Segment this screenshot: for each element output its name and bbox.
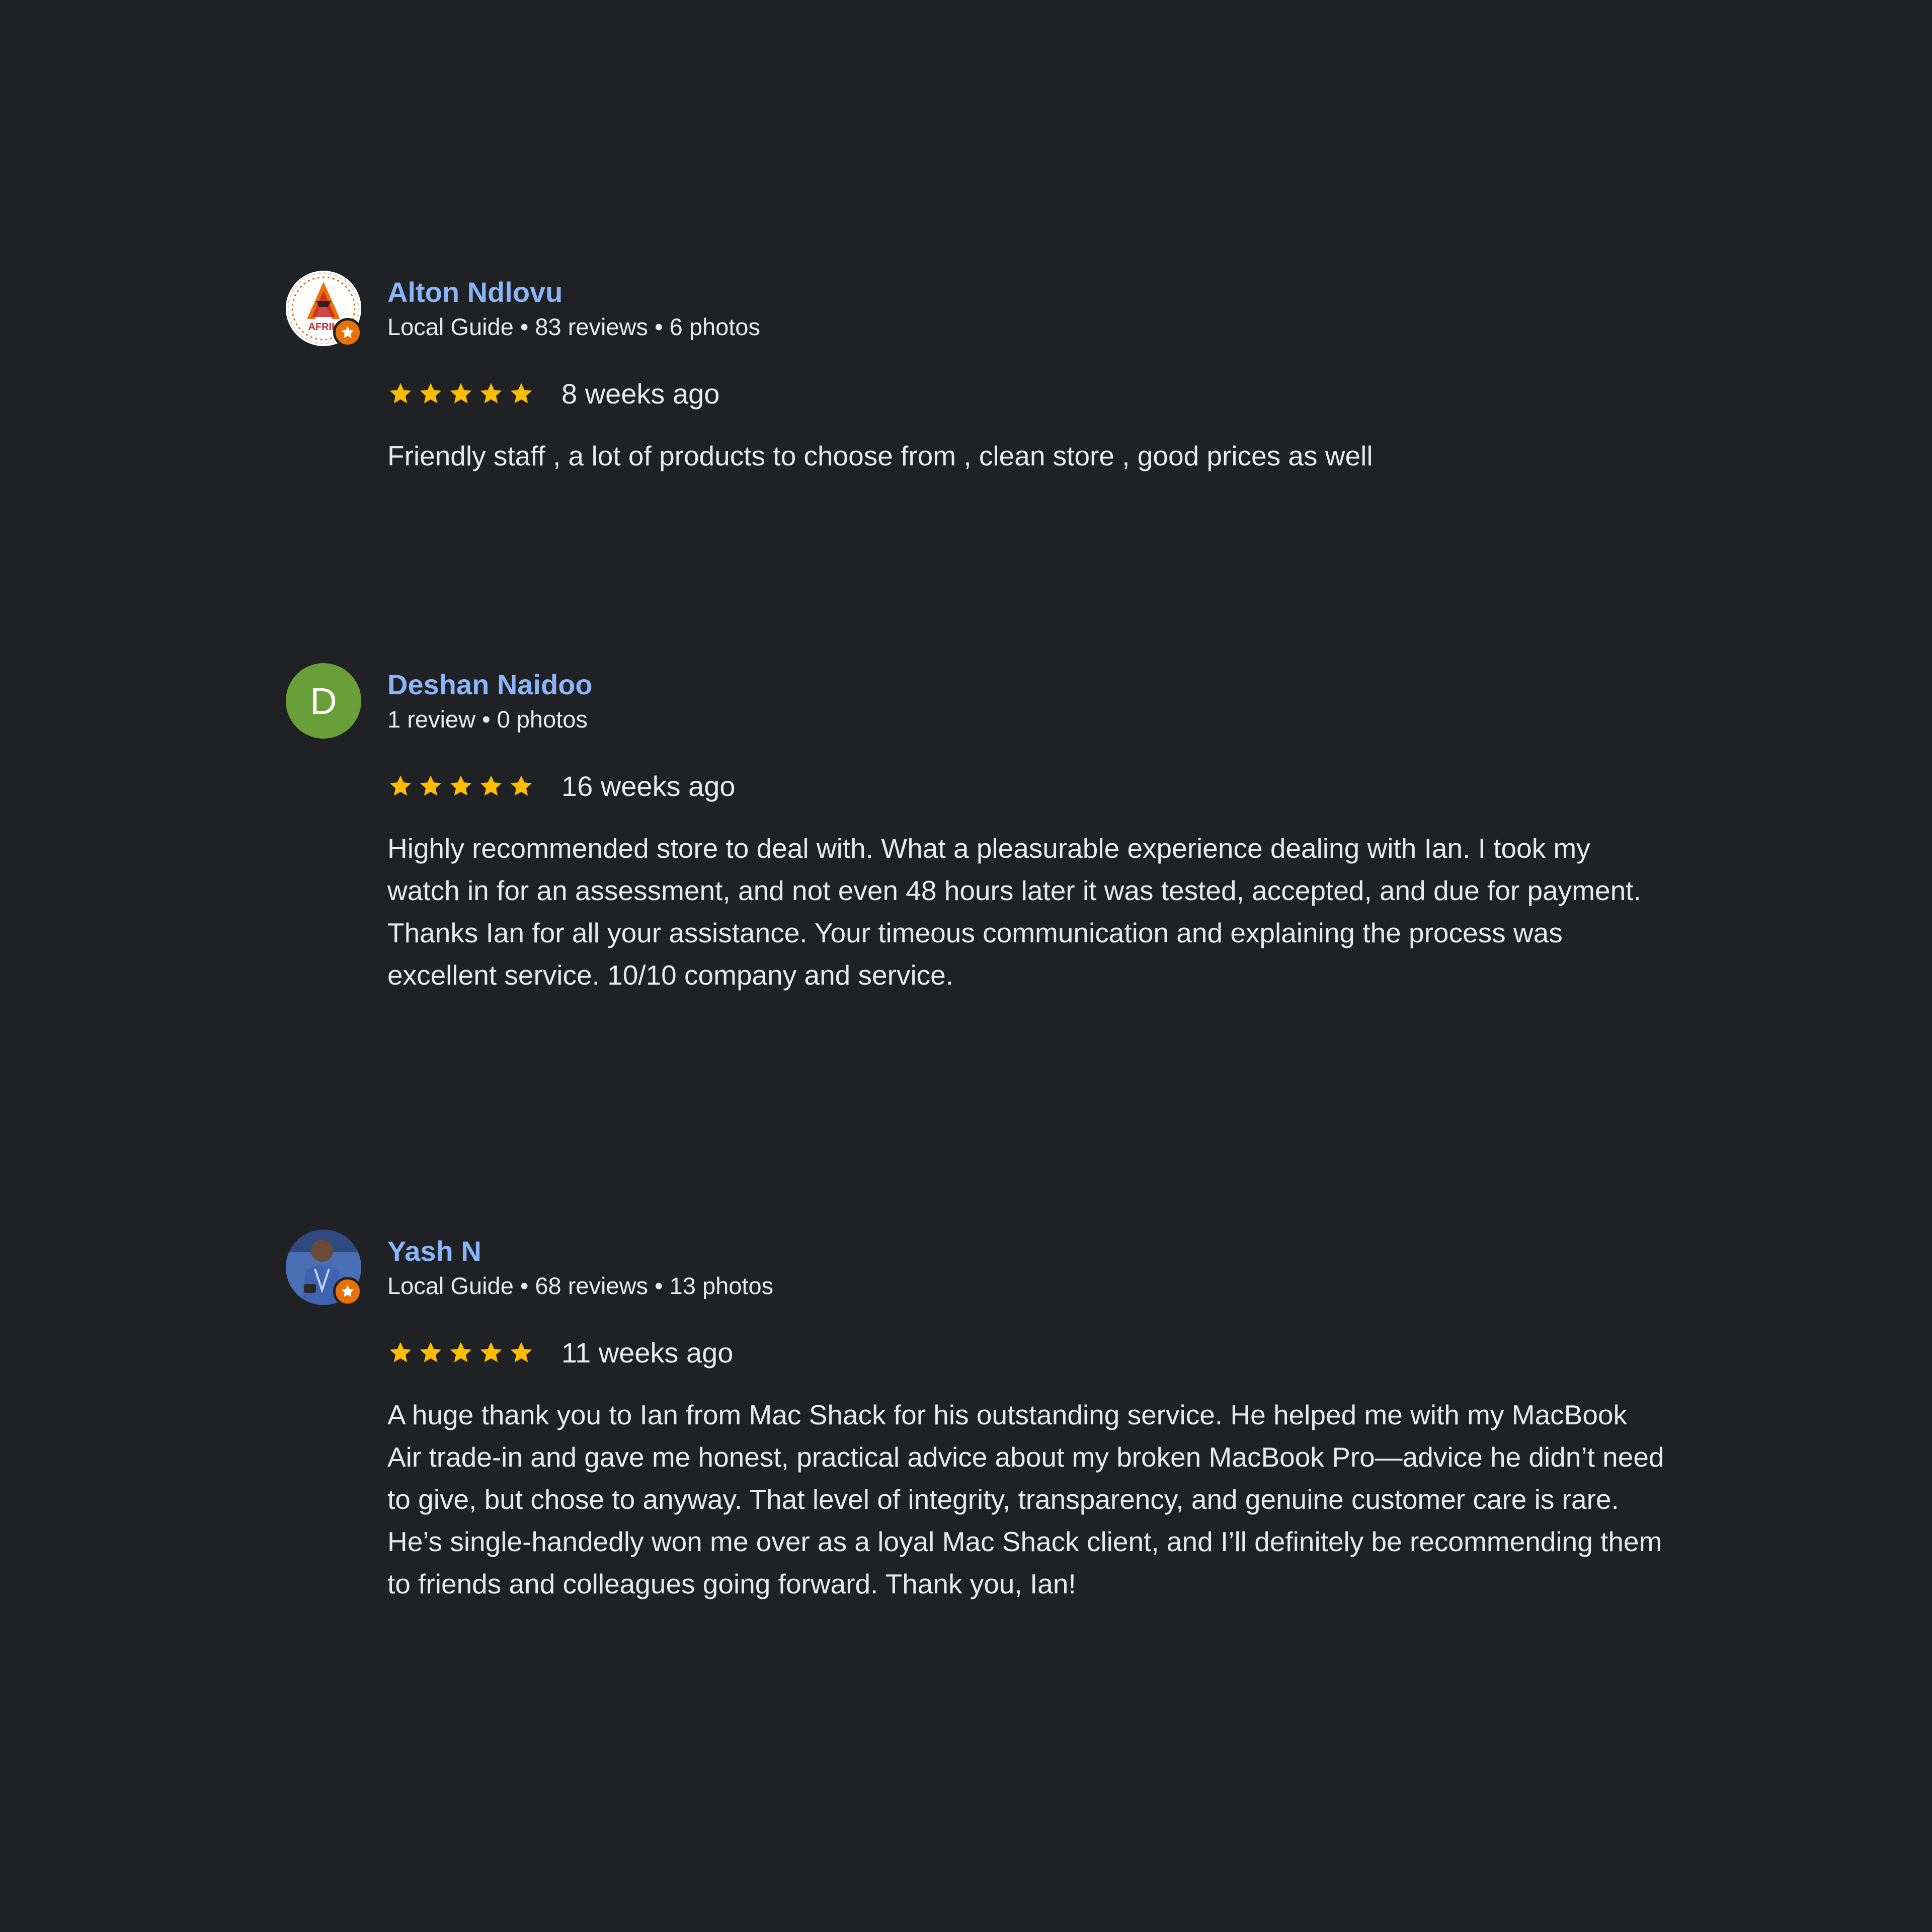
rating-row: 11 weeks ago — [387, 1334, 1665, 1371]
review-date: 11 weeks ago — [561, 1336, 734, 1369]
review-body: Alton Ndlovu Local Guide • 83 reviews • … — [387, 271, 1665, 477]
reviewer-name[interactable]: Deshan Naidoo — [387, 667, 1665, 702]
rating-row: 8 weeks ago — [387, 375, 1665, 412]
star-icon — [420, 775, 442, 796]
reviewer-avatar[interactable]: AFRIK — [286, 271, 362, 347]
star-icon — [420, 383, 442, 404]
star-rating — [387, 1339, 534, 1365]
reviewer-name[interactable]: Alton Ndlovu — [387, 275, 1665, 310]
reviewer-meta: 1 review • 0 photos — [387, 706, 588, 733]
star-icon — [389, 1342, 412, 1362]
star-icon — [450, 383, 472, 404]
review-body: Deshan Naidoo 1 review • 0 photos 16 wee… — [387, 663, 1665, 996]
star-rating — [387, 773, 534, 799]
reviewer-name[interactable]: Yash N — [387, 1234, 1665, 1269]
star-rating — [387, 380, 534, 407]
star-icon — [510, 775, 532, 796]
review-body: Yash N Local Guide • 68 reviews • 13 pho… — [387, 1230, 1665, 1605]
reviewer-meta: Local Guide • 83 reviews • 6 photos — [387, 313, 760, 340]
review-text: Highly recommended store to deal with. W… — [387, 833, 1641, 991]
star-icon — [510, 1342, 532, 1362]
star-icon — [480, 383, 502, 404]
star-icon — [480, 1342, 502, 1362]
reviewer-avatar[interactable] — [286, 1230, 362, 1306]
star-icon — [389, 775, 412, 796]
star-icon — [510, 383, 532, 404]
star-icon — [450, 1342, 472, 1362]
rating-row: 16 weeks ago — [387, 768, 1665, 804]
avatar-letter: D — [286, 663, 361, 739]
local-guide-badge-icon — [333, 1277, 362, 1306]
review-date: 8 weeks ago — [561, 377, 720, 410]
review-text: Friendly staff , a lot of products to ch… — [387, 440, 1373, 471]
reviewer-avatar[interactable]: D — [286, 663, 361, 739]
reviews-page: AFRIK Alton Ndlovu Local Guide • 83 revi… — [0, 0, 1932, 1932]
review-date: 16 weeks ago — [561, 770, 736, 802]
star-icon — [450, 775, 472, 796]
star-icon — [420, 1342, 442, 1362]
reviewer-meta: Local Guide • 68 reviews • 13 photos — [387, 1272, 774, 1299]
star-icon — [389, 383, 412, 404]
local-guide-badge-icon — [333, 318, 362, 347]
review-text: A huge thank you to Ian from Mac Shack f… — [387, 1399, 1664, 1599]
star-icon — [480, 775, 502, 796]
